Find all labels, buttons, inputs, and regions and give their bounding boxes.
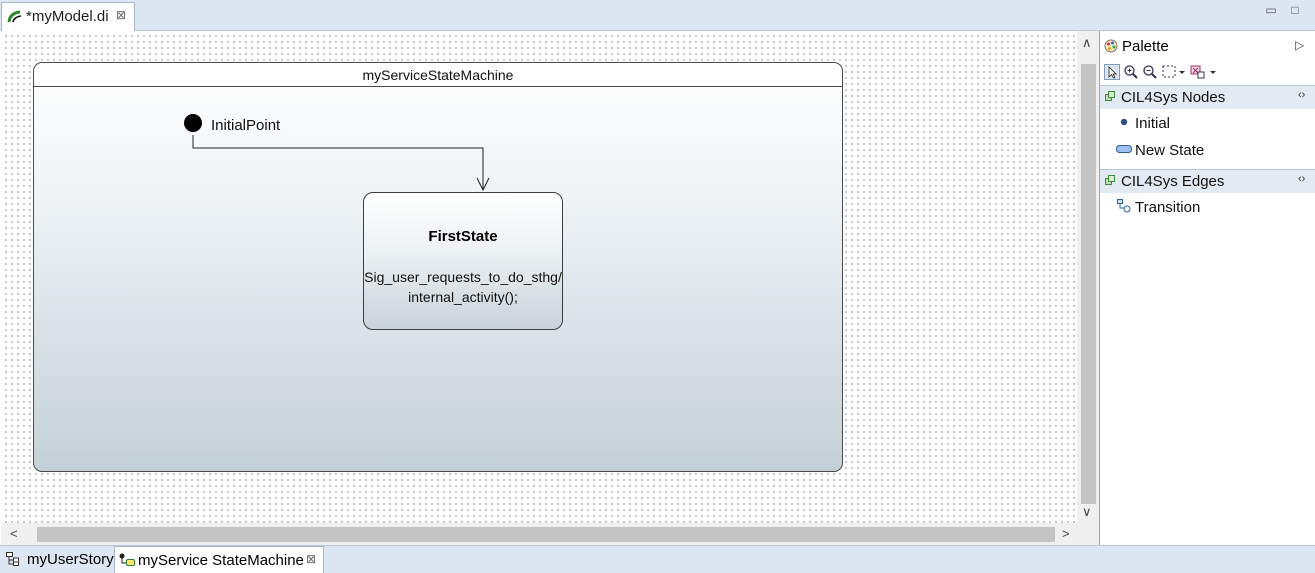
palette-entry-transition[interactable]: Transition <box>1100 195 1315 220</box>
drawer-icon <box>1105 175 1115 185</box>
palette-drawer-label: CIL4Sys Edges <box>1121 173 1225 190</box>
horizontal-scrollbar[interactable]: < > <box>1 523 1099 545</box>
palette-entry-label: Transition <box>1135 199 1201 216</box>
palette-panel: Palette ▷ CIL4Sys Nodes ‹› Initial New S… <box>1099 31 1315 545</box>
scroll-up-icon[interactable]: ∧ <box>1082 35 1092 51</box>
tree-icon <box>6 552 19 566</box>
scroll-left-icon[interactable]: < <box>10 526 18 541</box>
palette-entry-label: Initial <box>1135 115 1171 132</box>
select-icon[interactable] <box>1104 64 1120 80</box>
diagram-tab-bar: myUserStory myService StateMachine ⊠ <box>0 545 1315 573</box>
initial-pseudostate[interactable] <box>184 114 202 132</box>
zoom-out-icon[interactable] <box>1142 64 1158 80</box>
palette-expand-icon[interactable]: ▷ <box>1295 38 1304 52</box>
vertical-scrollbar[interactable]: ∧ ∨ <box>1077 31 1099 523</box>
editor-tab-bar: *myModel.di ⊠ ▭ □ <box>0 0 1315 31</box>
state-machine-icon <box>119 553 135 566</box>
palette-toolbar <box>1100 62 1315 84</box>
palette-header[interactable]: Palette ▷ <box>1100 31 1315 62</box>
palette-entry-new-state[interactable]: New State <box>1100 138 1315 163</box>
drawer-pin-icon[interactable]: ‹› <box>1298 173 1305 185</box>
connection-icon[interactable] <box>1190 64 1206 80</box>
initial-pseudostate-label: InitialPoint <box>211 117 281 134</box>
editor-tab[interactable]: *myModel.di ⊠ <box>1 2 135 31</box>
close-icon[interactable]: ⊠ <box>116 8 126 22</box>
diagram-canvas[interactable]: myServiceStateMachine InitialPoint First… <box>1 31 1077 523</box>
maximize-icon[interactable]: □ <box>1288 3 1302 17</box>
transition-icon <box>1117 199 1131 213</box>
close-icon[interactable]: ⊠ <box>306 552 316 566</box>
scroll-right-icon[interactable]: > <box>1062 526 1070 541</box>
drawer-pin-icon[interactable]: ‹› <box>1298 89 1305 101</box>
editor-tab-label: *myModel.di <box>26 8 109 25</box>
state-node[interactable]: FirstState Sig_user_requests_to_do_sthg/… <box>363 192 563 330</box>
scroll-down-icon[interactable]: ∨ <box>1082 504 1092 520</box>
state-internal-activity-trigger: Sig_user_requests_to_do_sthg/ <box>364 269 562 285</box>
palette-drawer-label: CIL4Sys Nodes <box>1121 89 1226 106</box>
papyrus-model-icon <box>7 10 22 23</box>
drawer-icon <box>1105 91 1115 101</box>
tab-my-user-story[interactable]: myUserStory <box>3 548 114 572</box>
palette-title: Palette <box>1122 38 1169 55</box>
initial-node-icon <box>1120 118 1128 126</box>
minimize-icon[interactable]: ▭ <box>1264 3 1278 17</box>
vertical-scroll-thumb[interactable] <box>1081 64 1096 504</box>
state-name: FirstState <box>428 228 498 245</box>
palette-icon <box>1104 39 1118 53</box>
palette-entry-label: New State <box>1135 142 1205 159</box>
palette-entry-initial[interactable]: Initial <box>1100 111 1315 136</box>
horizontal-scroll-thumb[interactable] <box>37 527 1055 542</box>
tab-label: myUserStory <box>27 551 114 568</box>
zoom-in-icon[interactable] <box>1123 64 1139 80</box>
dropdown-icon[interactable] <box>1209 64 1225 80</box>
state-node-icon <box>1116 145 1132 153</box>
marquee-icon[interactable] <box>1161 64 1177 80</box>
palette-drawer-edges[interactable]: CIL4Sys Edges ‹› <box>1100 169 1315 193</box>
tab-my-service-state-machine[interactable]: myService StateMachine ⊠ <box>114 546 324 573</box>
state-internal-activity-action: internal_activity(); <box>408 289 518 305</box>
palette-drawer-nodes[interactable]: CIL4Sys Nodes ‹› <box>1100 85 1315 109</box>
tab-label: myService StateMachine <box>138 552 304 569</box>
